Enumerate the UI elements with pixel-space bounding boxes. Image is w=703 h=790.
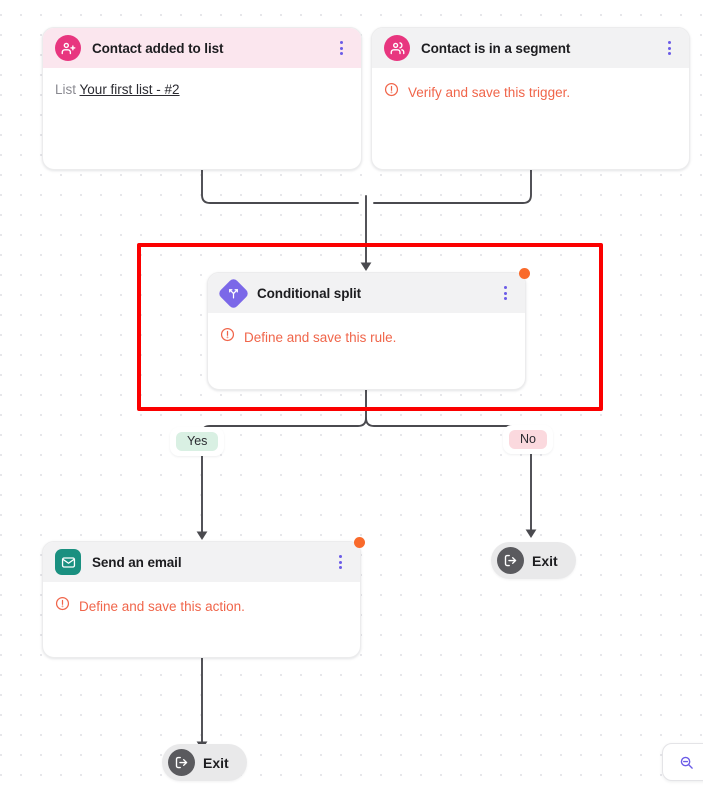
node-header: Conditional split <box>208 273 525 313</box>
list-detail-label: List <box>55 82 77 97</box>
node-body: Define and save this rule. <box>208 313 525 347</box>
branch-label-no[interactable]: No <box>503 425 553 454</box>
node-exit-yes-branch[interactable]: Exit <box>162 744 247 781</box>
node-header: Contact added to list <box>43 28 361 68</box>
workflow-canvas[interactable]: Contact added to list List Your first li… <box>0 0 703 790</box>
node-conditional-split[interactable]: Conditional split Define and save this r… <box>207 268 530 390</box>
branch-label-yes-text: Yes <box>176 432 219 451</box>
zoom-controls[interactable] <box>662 743 703 781</box>
kebab-menu-icon[interactable] <box>661 38 677 58</box>
alert-circle-icon <box>220 327 235 347</box>
node-title: Conditional split <box>257 285 362 301</box>
list-detail-value[interactable]: Your first list - #2 <box>80 82 180 97</box>
node-body: Verify and save this trigger. <box>372 68 689 102</box>
kebab-menu-icon[interactable] <box>332 552 348 572</box>
node-contact-added-to-list[interactable]: Contact added to list List Your first li… <box>42 27 362 170</box>
exit-label: Exit <box>532 552 558 569</box>
warning-row: Verify and save this trigger. <box>384 82 677 102</box>
contact-add-icon <box>55 35 81 61</box>
kebab-menu-icon[interactable] <box>333 38 349 58</box>
node-exit-no-branch[interactable]: Exit <box>491 542 576 579</box>
alert-circle-icon <box>384 82 399 102</box>
node-header: Contact is in a segment <box>372 28 689 68</box>
node-send-an-email[interactable]: Send an email Define and save this actio… <box>42 537 365 658</box>
unsaved-indicator-badge <box>354 537 365 548</box>
warning-text: Define and save this action. <box>79 598 245 614</box>
exit-arrow-icon <box>168 749 195 776</box>
unsaved-indicator-badge <box>519 268 530 279</box>
split-branch-icon <box>216 276 250 310</box>
warning-row: Define and save this action. <box>55 596 348 616</box>
node-title: Contact is in a segment <box>421 40 571 56</box>
warning-text: Verify and save this trigger. <box>408 84 571 100</box>
node-header: Send an email <box>43 542 360 582</box>
zoom-out-icon[interactable] <box>675 751 697 773</box>
warning-text: Define and save this rule. <box>244 329 397 345</box>
exit-label: Exit <box>203 754 229 771</box>
warning-row: Define and save this rule. <box>220 327 513 347</box>
node-body: List Your first list - #2 <box>43 68 361 97</box>
node-contact-in-segment[interactable]: Contact is in a segment Verify and save … <box>371 27 690 170</box>
exit-arrow-icon <box>497 547 524 574</box>
envelope-icon <box>55 549 81 575</box>
contact-group-icon <box>384 35 410 61</box>
branch-label-yes[interactable]: Yes <box>170 427 225 456</box>
branch-label-no-text: No <box>509 430 547 449</box>
list-detail-row: List Your first list - #2 <box>55 82 349 97</box>
alert-circle-icon <box>55 596 70 616</box>
node-body: Define and save this action. <box>43 582 360 616</box>
node-title: Contact added to list <box>92 40 224 56</box>
kebab-menu-icon[interactable] <box>497 283 513 303</box>
node-title: Send an email <box>92 554 182 570</box>
